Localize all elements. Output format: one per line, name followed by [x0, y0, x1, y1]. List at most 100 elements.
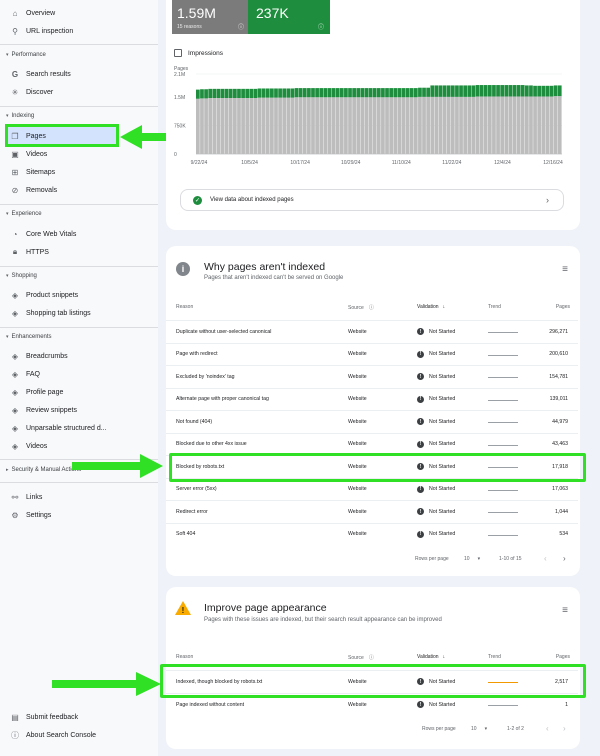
help-icon[interactable]: ⓘ: [369, 304, 374, 311]
table-row[interactable]: Not found (404) Website! Not Started 44,979: [166, 410, 578, 432]
bar-indexed[interactable]: [257, 88, 262, 98]
bar-indexed[interactable]: [270, 88, 274, 98]
bar-not-indexed[interactable]: [537, 96, 542, 154]
bar-not-indexed[interactable]: [438, 96, 443, 154]
bar-not-indexed[interactable]: [245, 98, 250, 154]
bar-indexed[interactable]: [237, 88, 241, 98]
bar-indexed[interactable]: [545, 85, 550, 97]
bar-not-indexed[interactable]: [323, 97, 328, 154]
sidebar-item-url-inspection[interactable]: ⚲ URL inspection: [10, 23, 73, 39]
bar-not-indexed[interactable]: [520, 96, 525, 154]
bar-indexed[interactable]: [524, 85, 529, 97]
bar-not-indexed[interactable]: [529, 96, 533, 154]
bar-not-indexed[interactable]: [196, 98, 200, 154]
rows-per-page-select[interactable]: 10 ▾: [464, 556, 480, 562]
bar-indexed[interactable]: [463, 85, 468, 97]
bar-indexed[interactable]: [249, 88, 254, 98]
col-validation[interactable]: Validation ↓: [417, 654, 445, 660]
bar-indexed[interactable]: [496, 85, 500, 97]
bar-indexed[interactable]: [344, 88, 348, 98]
bar-indexed[interactable]: [315, 88, 319, 98]
bar-not-indexed[interactable]: [389, 97, 393, 154]
bar-not-indexed[interactable]: [500, 96, 505, 154]
bar-not-indexed[interactable]: [274, 97, 278, 154]
bar-indexed[interactable]: [335, 88, 340, 98]
bar-not-indexed[interactable]: [533, 96, 537, 154]
bar-not-indexed[interactable]: [487, 96, 492, 154]
sidebar-item-discover[interactable]: ✳ Discover: [10, 84, 54, 100]
table-row[interactable]: Excluded by 'noindex' tag Website! Not Sta…: [166, 365, 578, 387]
bar-not-indexed[interactable]: [557, 96, 562, 154]
prev-page-icon[interactable]: ‹: [544, 554, 547, 563]
bar-indexed[interactable]: [360, 88, 365, 98]
bar-indexed[interactable]: [500, 85, 505, 97]
bar-indexed[interactable]: [327, 88, 332, 98]
bar-indexed[interactable]: [418, 87, 422, 97]
bar-not-indexed[interactable]: [368, 97, 373, 154]
bar-not-indexed[interactable]: [381, 97, 385, 154]
bar-not-indexed[interactable]: [541, 96, 546, 154]
sidebar-item-pages[interactable]: ❐ Pages: [10, 128, 45, 144]
bar-indexed[interactable]: [307, 88, 311, 98]
bar-not-indexed[interactable]: [270, 97, 274, 154]
bar-indexed[interactable]: [241, 88, 245, 98]
bar-indexed[interactable]: [516, 85, 521, 97]
table-row[interactable]: Page with redirect Website! Not Started 200…: [166, 342, 578, 365]
sidebar-item-removals[interactable]: ⊘ Removals: [10, 182, 57, 198]
bar-indexed[interactable]: [352, 88, 356, 98]
bar-indexed[interactable]: [504, 85, 509, 97]
bar-not-indexed[interactable]: [418, 96, 422, 154]
bar-indexed[interactable]: [200, 89, 204, 99]
bar-indexed[interactable]: [459, 85, 463, 97]
bar-indexed[interactable]: [450, 85, 455, 97]
bar-indexed[interactable]: [557, 85, 562, 97]
bar-indexed[interactable]: [541, 85, 546, 97]
bar-not-indexed[interactable]: [553, 96, 558, 154]
bar-not-indexed[interactable]: [385, 97, 389, 154]
prev-page-icon[interactable]: ‹: [546, 724, 549, 733]
bar-not-indexed[interactable]: [471, 96, 476, 154]
bar-indexed[interactable]: [261, 88, 266, 98]
bar-not-indexed[interactable]: [311, 97, 315, 154]
bar-not-indexed[interactable]: [265, 97, 270, 154]
bar-not-indexed[interactable]: [364, 97, 369, 154]
bar-indexed[interactable]: [409, 88, 414, 98]
bar-indexed[interactable]: [282, 88, 287, 98]
bar-not-indexed[interactable]: [475, 96, 480, 154]
sidebar-item-core-web-vitals[interactable]: ◔ Core Web Vitals: [10, 226, 77, 242]
bar-indexed[interactable]: [339, 88, 344, 98]
bar-indexed[interactable]: [471, 85, 476, 97]
bar-not-indexed[interactable]: [348, 97, 352, 154]
bar-indexed[interactable]: [512, 85, 517, 97]
bar-not-indexed[interactable]: [212, 98, 217, 154]
bar-not-indexed[interactable]: [298, 97, 303, 154]
bar-not-indexed[interactable]: [261, 97, 266, 154]
bar-indexed[interactable]: [492, 85, 496, 97]
impressions-checkbox[interactable]: Impressions: [174, 49, 223, 57]
bar-indexed[interactable]: [455, 85, 459, 97]
bar-not-indexed[interactable]: [233, 98, 237, 154]
bar-indexed[interactable]: [208, 88, 213, 98]
bar-not-indexed[interactable]: [294, 97, 299, 154]
bar-not-indexed[interactable]: [376, 97, 381, 154]
bar-indexed[interactable]: [381, 88, 385, 98]
col-source[interactable]: Source ⓘ: [348, 304, 374, 312]
section-security[interactable]: ▸ Security & Manual Actions: [6, 467, 81, 473]
bar-indexed[interactable]: [385, 88, 389, 98]
bar-indexed[interactable]: [224, 88, 229, 98]
bar-not-indexed[interactable]: [483, 96, 488, 154]
bar-not-indexed[interactable]: [413, 97, 418, 154]
bar-indexed[interactable]: [537, 85, 542, 97]
bar-indexed[interactable]: [278, 88, 282, 98]
bar-indexed[interactable]: [467, 85, 472, 97]
bar-not-indexed[interactable]: [508, 96, 513, 154]
bar-not-indexed[interactable]: [409, 97, 414, 154]
bar-not-indexed[interactable]: [360, 97, 365, 154]
bar-indexed[interactable]: [520, 85, 525, 97]
bar-not-indexed[interactable]: [216, 98, 221, 154]
bar-not-indexed[interactable]: [302, 97, 307, 154]
section-experience[interactable]: ▾ Experience: [6, 211, 42, 217]
bar-indexed[interactable]: [446, 85, 451, 97]
sidebar-item-submit-feedback[interactable]: ▤ Submit feedback: [10, 709, 78, 725]
sidebar-item-faq[interactable]: ◈ FAQ: [10, 366, 40, 382]
